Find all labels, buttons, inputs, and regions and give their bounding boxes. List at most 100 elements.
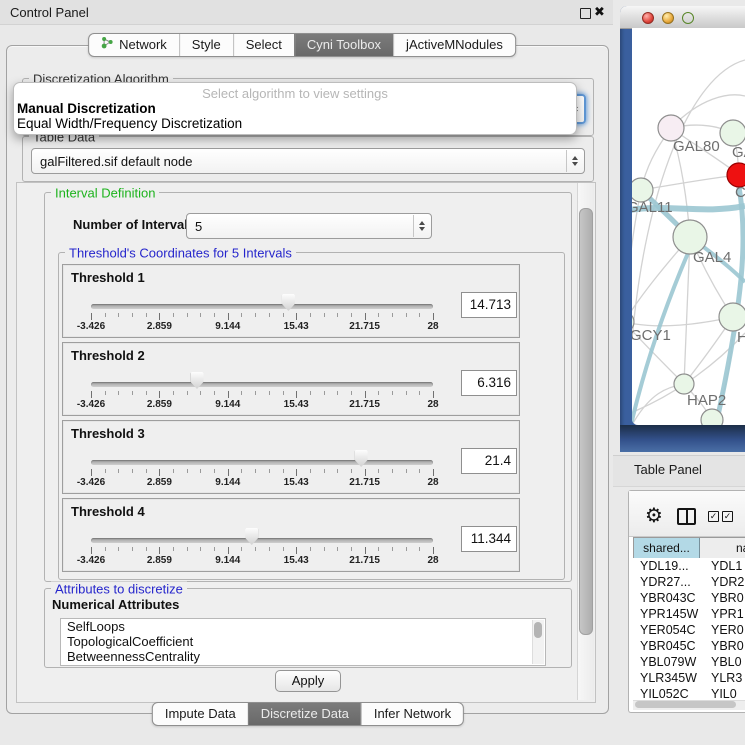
attribute-item-betweennesscentrality[interactable]: BetweennessCentrality <box>61 649 545 664</box>
tick-label: 28 <box>427 555 438 566</box>
tick-mark <box>105 391 106 395</box>
cell-name[interactable]: YIL0 <box>700 686 737 700</box>
threshold-3-box: Threshold 3-3.4262.8599.14415.4321.71528… <box>62 420 520 494</box>
apply-button[interactable]: Apply <box>275 670 341 692</box>
tick-mark <box>365 547 366 554</box>
network-edge[interactable] <box>632 317 733 326</box>
tick-mark <box>365 469 366 476</box>
table-row[interactable]: YDL19...YDL1 <box>633 558 745 574</box>
cell-shared-name[interactable]: YBL079W <box>633 654 700 670</box>
table-row[interactable]: YDR27...YDR2 <box>633 574 745 590</box>
horizontal-scrollbar-thumb[interactable] <box>635 701 736 708</box>
combo-stepper-icon[interactable] <box>566 150 583 172</box>
table-row[interactable]: YBR045CYBR0 <box>633 638 745 654</box>
combo-stepper-icon[interactable] <box>413 215 430 237</box>
column-header-shared-name[interactable]: shared... <box>633 538 700 559</box>
table-row[interactable]: YIL052CYIL0 <box>633 686 745 700</box>
cell-name[interactable]: YBL0 <box>700 654 742 670</box>
algorithm-option-equal-width-frequency-discretization[interactable]: Equal Width/Frequency Discretization <box>14 116 576 131</box>
threshold-3-value-field[interactable]: 21.4 <box>461 448 517 474</box>
numerical-attributes-list[interactable]: SelfLoopsTopologicalCoefficientBetweenne… <box>60 618 546 666</box>
table-row[interactable]: YER054CYER0 <box>633 622 745 638</box>
tab-label: jActiveMNodules <box>406 34 503 56</box>
tab-jactivemnodules[interactable]: jActiveMNodules <box>393 34 515 56</box>
tick-mark <box>324 313 325 317</box>
algorithm-option-manual-discretization[interactable]: Manual Discretization <box>14 101 576 116</box>
cell-shared-name[interactable]: YPR145W <box>633 606 700 622</box>
tab-select[interactable]: Select <box>233 34 294 56</box>
close-icon[interactable]: ✖ <box>594 4 605 20</box>
gear-icon[interactable]: ⚙ <box>645 503 663 528</box>
cell-shared-name[interactable]: YDL19... <box>633 558 700 574</box>
tick-mark <box>269 391 270 395</box>
network-canvas[interactable]: GAL80GACGAL11GAL4HGCY1HAP2 <box>632 28 745 425</box>
tab-network[interactable]: Network <box>89 34 179 56</box>
threshold-2-value-field[interactable]: 6.316 <box>461 370 517 396</box>
table-row[interactable]: YPR145WYPR1 <box>633 606 745 622</box>
table-row[interactable]: YBL079WYBL0 <box>633 654 745 670</box>
tab-style[interactable]: Style <box>179 34 233 56</box>
threshold-4-value-field[interactable]: 11.344 <box>461 526 517 552</box>
cell-shared-name[interactable]: YLR345W <box>633 670 700 686</box>
tick-mark <box>433 391 434 398</box>
cell-shared-name[interactable]: YIL052C <box>633 686 700 700</box>
minimize-traffic-light-icon[interactable] <box>662 12 674 24</box>
threshold-1-value-field[interactable]: 14.713 <box>461 292 517 318</box>
number-of-intervals-combobox[interactable]: 5 <box>186 213 432 239</box>
tick-mark <box>255 391 256 395</box>
tab-impute-data[interactable]: Impute Data <box>153 703 248 725</box>
cell-name[interactable]: YDL1 <box>700 558 742 574</box>
list-scrollbar[interactable] <box>532 620 544 664</box>
cell-name[interactable]: YPR1 <box>700 606 744 622</box>
attribute-item-topologicalcoefficient[interactable]: TopologicalCoefficient <box>61 634 545 649</box>
network-node-ga[interactable] <box>720 120 745 146</box>
tick-label: 9.144 <box>215 321 240 332</box>
network-node[interactable] <box>701 409 723 425</box>
split-columns-icon[interactable] <box>677 508 696 525</box>
cell-shared-name[interactable]: YER054C <box>633 622 700 638</box>
cell-name[interactable]: YDR2 <box>700 574 744 590</box>
network-node-label: H <box>737 329 745 346</box>
tick-mark <box>241 547 242 551</box>
cell-shared-name[interactable]: YBR043C <box>633 590 700 606</box>
cell-name[interactable]: YER0 <box>700 622 744 638</box>
cell-name[interactable]: YBR0 <box>700 638 744 654</box>
vertical-scrollbar-thumb[interactable] <box>579 208 593 635</box>
tick-mark <box>324 391 325 395</box>
tick-mark <box>187 313 188 317</box>
cell-shared-name[interactable]: YBR045C <box>633 638 700 654</box>
number-of-intervals-label: Number of Intervals <box>73 213 195 237</box>
checkbox-icon[interactable]: ✓ <box>722 511 733 522</box>
close-traffic-light-icon[interactable] <box>642 12 654 24</box>
network-node-hap2[interactable] <box>674 374 694 394</box>
float-window-icon[interactable] <box>580 8 591 19</box>
tick-label: 9.144 <box>215 555 240 566</box>
cell-name[interactable]: YLR3 <box>700 670 742 686</box>
threshold-4-slider-track[interactable] <box>91 538 433 543</box>
threshold-2-slider-track[interactable] <box>91 382 433 387</box>
tick-mark <box>419 313 420 317</box>
tab-discretize-data[interactable]: Discretize Data <box>248 703 361 725</box>
network-node-h[interactable] <box>719 303 745 331</box>
tick-mark <box>159 469 160 476</box>
attribute-item-selfloops[interactable]: SelfLoops <box>61 619 545 634</box>
list-scrollbar-thumb[interactable] <box>534 622 542 638</box>
tab-infer-network[interactable]: Infer Network <box>361 703 463 725</box>
tick-mark <box>392 313 393 317</box>
column-header-name[interactable]: na <box>700 538 745 559</box>
zoom-traffic-light-icon[interactable] <box>682 12 694 24</box>
threshold-1-slider-track[interactable] <box>91 304 433 309</box>
tab-cyni-toolbox[interactable]: Cyni Toolbox <box>294 34 393 56</box>
tick-mark <box>173 469 174 473</box>
attributes-group-title: Attributes to discretize <box>51 582 187 597</box>
cell-shared-name[interactable]: YDR27... <box>633 574 700 590</box>
threshold-3-slider-track[interactable] <box>91 460 433 465</box>
table-row[interactable]: YBR043CYBR0 <box>633 590 745 606</box>
network-edge[interactable] <box>641 175 739 190</box>
tick-mark <box>365 313 366 320</box>
table-row[interactable]: YLR345WYLR3 <box>633 670 745 686</box>
checkbox-icon[interactable]: ✓ <box>708 511 719 522</box>
table-data-combobox[interactable]: galFiltered.sif default node <box>31 148 585 174</box>
tick-mark <box>337 547 338 551</box>
cell-name[interactable]: YBR0 <box>700 590 744 606</box>
